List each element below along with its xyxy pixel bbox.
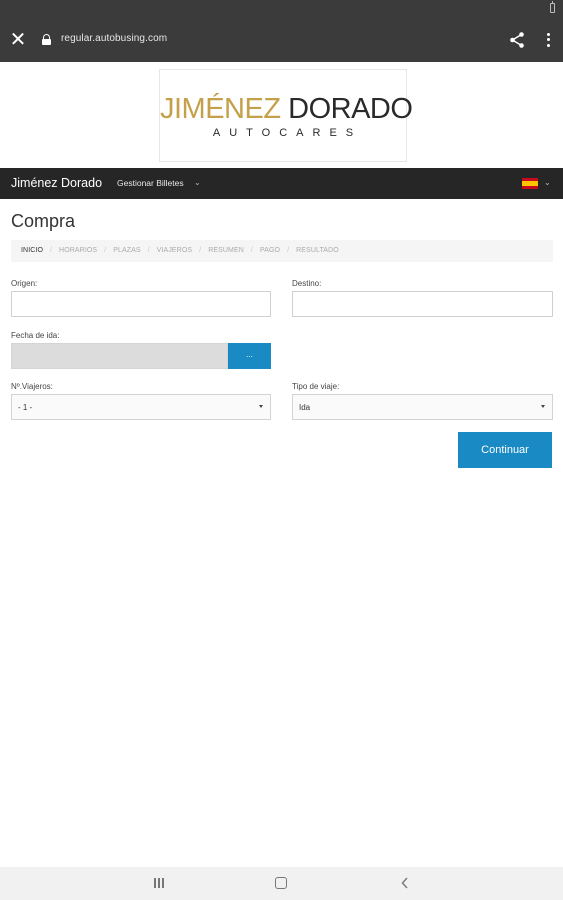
trip-type-label: Tipo de viaje: [292, 382, 340, 391]
language-chevron-down-icon[interactable]: ⌄ [544, 178, 551, 187]
logo-subtitle: AUTOCARES [212, 127, 363, 139]
breadcrumb-separator: / [250, 247, 253, 254]
chevron-down-icon[interactable]: ⌄ [194, 178, 201, 187]
departure-date-input[interactable] [11, 343, 228, 369]
recent-apps-icon[interactable] [153, 878, 165, 888]
more-menu-icon[interactable] [545, 31, 551, 49]
origin-label: Origen: [11, 279, 38, 288]
breadcrumb-step-viajeros: VIAJEROS [156, 247, 193, 254]
browser-toolbar: ✕ regular.autobusing.com [0, 18, 563, 62]
company-logo[interactable]: JIMÉNEZ DORADO AUTOCARES [159, 69, 413, 162]
breadcrumb-step-pago: PAGO [259, 247, 281, 254]
destination-label: Destino: [292, 279, 322, 288]
status-bar [0, 0, 563, 18]
close-icon[interactable]: ✕ [8, 29, 28, 51]
trip-type-select[interactable]: Ida [292, 394, 553, 420]
breadcrumb: INICIO / HORARIOS / PLAZAS / VIAJEROS / RESUMEN /… [11, 240, 553, 262]
page-title: Compra [11, 211, 76, 231]
trip-type-select-value: Ida [299, 403, 311, 412]
breadcrumb-separator: / [50, 247, 53, 254]
date-picker-button[interactable]: ... [228, 343, 271, 369]
departure-date-label: Fecha de ida: [11, 331, 60, 340]
travellers-select[interactable]: - 1 - [11, 394, 271, 420]
back-icon[interactable] [401, 877, 409, 889]
system-navigation-bar [0, 867, 563, 900]
logo-wordmark: JIMÉNEZ DORADO [160, 93, 413, 125]
lock-icon [42, 34, 51, 45]
breadcrumb-separator: / [104, 247, 107, 254]
url-text[interactable]: regular.autobusing.com [61, 33, 167, 44]
destination-input[interactable] [292, 291, 553, 317]
site-navbar: Jiménez Dorado Gestionar Billetes ⌄ ⌄ [0, 168, 563, 199]
origin-input[interactable] [11, 291, 271, 317]
manage-tickets-menu[interactable]: Gestionar Billetes [117, 178, 184, 188]
home-icon[interactable] [275, 877, 287, 889]
breadcrumb-separator: / [287, 247, 290, 254]
battery-icon [550, 1, 555, 13]
breadcrumb-separator: / [147, 247, 150, 254]
breadcrumb-separator: / [199, 247, 202, 254]
breadcrumb-step-plazas: PLAZAS [113, 247, 141, 254]
logo-word-jimenez: JIMÉNEZ [160, 93, 281, 125]
travellers-label: Nº.Viajeros: [11, 382, 53, 391]
logo-word-dorado: DORADO [288, 93, 413, 125]
breadcrumb-step-resumen: RESUMEN [208, 247, 244, 254]
share-icon[interactable] [509, 31, 525, 49]
navbar-brand[interactable]: Jiménez Dorado [11, 176, 102, 190]
travellers-select-value: - 1 - [18, 403, 33, 412]
breadcrumb-step-resultado: RESULTADO [296, 247, 339, 254]
breadcrumb-step-inicio: INICIO [21, 247, 43, 254]
continue-button[interactable]: Continuar [458, 432, 552, 468]
caret-down-icon [259, 405, 263, 408]
spain-flag-icon[interactable] [522, 178, 538, 189]
caret-down-icon [541, 405, 545, 408]
breadcrumb-step-horarios: HORARIOS [59, 247, 98, 254]
